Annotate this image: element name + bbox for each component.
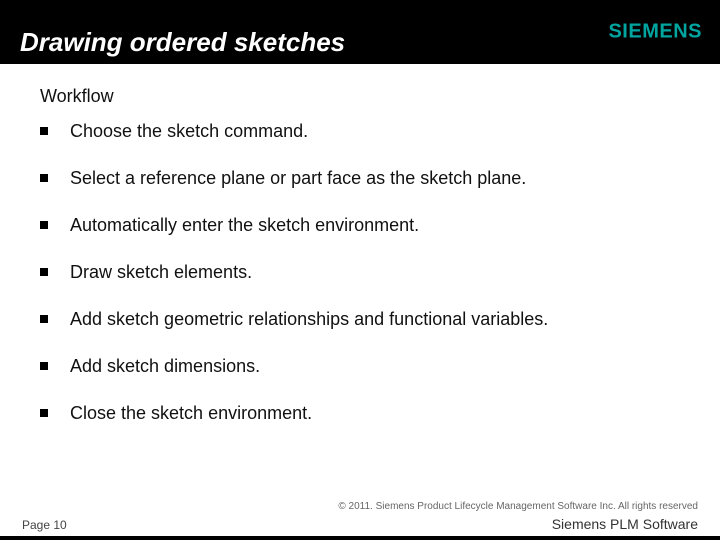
list-item: Automatically enter the sketch environme…: [40, 215, 680, 236]
list-item: Close the sketch environment.: [40, 403, 680, 424]
bullet-icon: [40, 268, 48, 276]
bullet-icon: [40, 315, 48, 323]
bullet-icon: [40, 409, 48, 417]
bullet-icon: [40, 127, 48, 135]
list-item: Draw sketch elements.: [40, 262, 680, 283]
product-name: Siemens PLM Software: [552, 516, 698, 532]
list-item: Select a reference plane or part face as…: [40, 168, 680, 189]
bullet-text: Add sketch geometric relationships and f…: [70, 309, 548, 330]
list-item: Choose the sketch command.: [40, 121, 680, 142]
header-bar: Drawing ordered sketches SIEMENS: [0, 0, 720, 64]
bullet-text: Add sketch dimensions.: [70, 356, 260, 377]
slide-title: Drawing ordered sketches: [20, 27, 345, 58]
slide: Drawing ordered sketches SIEMENS Workflo…: [0, 0, 720, 540]
bottom-rule: [0, 536, 720, 540]
list-item: Add sketch dimensions.: [40, 356, 680, 377]
slide-body: Workflow Choose the sketch command. Sele…: [0, 64, 720, 424]
bullet-text: Choose the sketch command.: [70, 121, 308, 142]
bullet-list: Choose the sketch command. Select a refe…: [40, 121, 680, 424]
bullet-text: Automatically enter the sketch environme…: [70, 215, 419, 236]
bullet-icon: [40, 174, 48, 182]
footer: © 2011. Siemens Product Lifecycle Manage…: [0, 501, 720, 532]
bullet-text: Draw sketch elements.: [70, 262, 252, 283]
page-number: Page 10: [22, 518, 67, 532]
bullet-icon: [40, 362, 48, 370]
list-item: Add sketch geometric relationships and f…: [40, 309, 680, 330]
bullet-text: Close the sketch environment.: [70, 403, 312, 424]
section-heading: Workflow: [40, 86, 680, 107]
bullet-icon: [40, 221, 48, 229]
copyright-text: © 2011. Siemens Product Lifecycle Manage…: [22, 501, 698, 512]
brand-logo: SIEMENS: [608, 21, 702, 44]
footer-row: Page 10 Siemens PLM Software: [22, 516, 698, 532]
bullet-text: Select a reference plane or part face as…: [70, 168, 526, 189]
